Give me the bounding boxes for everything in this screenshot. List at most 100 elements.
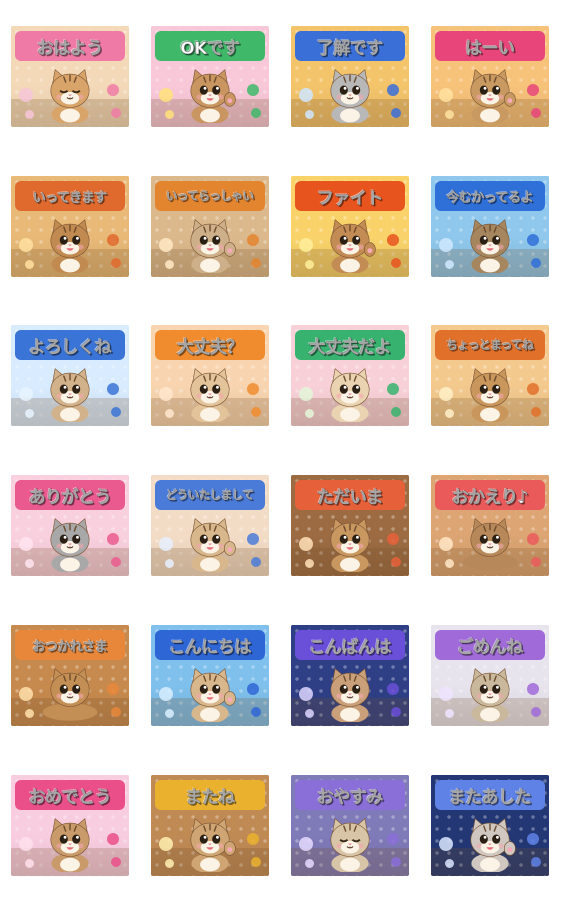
- decoration-icon: [299, 387, 313, 401]
- decoration-icon: [387, 84, 399, 96]
- decoration-icon: [439, 537, 453, 551]
- decoration-icon: [159, 88, 173, 102]
- sticker-11[interactable]: 大丈夫だよ: [291, 325, 409, 426]
- sticker-caption: 今むかってるよ: [435, 181, 545, 211]
- sticker-13[interactable]: ありがとう: [11, 475, 129, 576]
- decoration-icon: [531, 707, 541, 717]
- sticker-caption: ファイト: [295, 181, 405, 211]
- sticker-8[interactable]: 今むかってるよ: [431, 176, 549, 277]
- sticker-caption: ちょっとまってね: [435, 330, 545, 360]
- sticker-7[interactable]: ファイト: [291, 176, 409, 277]
- decoration-icon: [531, 557, 541, 567]
- sticker-1[interactable]: おはよう: [11, 26, 129, 127]
- decoration-icon: [299, 687, 313, 701]
- kitten-illustration: [330, 69, 370, 123]
- sticker-caption: おつかれさま: [15, 630, 125, 660]
- sticker-4[interactable]: はーい: [431, 26, 549, 127]
- decoration-icon: [107, 533, 119, 545]
- decoration-icon: [299, 837, 313, 851]
- sticker-caption: 大丈夫だよ: [295, 330, 405, 360]
- decoration-icon: [305, 409, 314, 418]
- decoration-icon: [159, 387, 173, 401]
- decoration-icon: [251, 857, 261, 867]
- sticker-caption: 大丈夫？: [155, 330, 265, 360]
- kitten-illustration: [190, 668, 236, 722]
- sticker-21[interactable]: おめでとう: [11, 775, 129, 876]
- decoration-icon: [387, 533, 399, 545]
- decoration-icon: [387, 234, 399, 246]
- sticker-caption: おめでとう: [15, 780, 125, 810]
- sticker-caption: こんばんは: [295, 630, 405, 660]
- decoration-icon: [111, 108, 121, 118]
- decoration-icon: [387, 833, 399, 845]
- sticker-10[interactable]: 大丈夫？: [151, 325, 269, 426]
- decoration-icon: [445, 559, 454, 568]
- decoration-icon: [247, 833, 259, 845]
- sticker-19[interactable]: こんばんは: [291, 625, 409, 726]
- decoration-icon: [165, 409, 174, 418]
- decoration-icon: [159, 837, 173, 851]
- decoration-icon: [299, 238, 313, 252]
- sticker-23[interactable]: おやすみ: [291, 775, 409, 876]
- decoration-icon: [531, 258, 541, 268]
- sticker-caption: ただいま: [295, 480, 405, 510]
- sticker-caption: いってらっしゃい: [155, 181, 265, 211]
- decoration-icon: [391, 258, 401, 268]
- decoration-icon: [247, 234, 259, 246]
- decoration-icon: [107, 84, 119, 96]
- sticker-15[interactable]: ただいま: [291, 475, 409, 576]
- sticker-caption: おはよう: [15, 31, 125, 61]
- decoration-icon: [107, 234, 119, 246]
- sticker-17[interactable]: おつかれさま: [11, 625, 129, 726]
- decoration-icon: [527, 383, 539, 395]
- decoration-icon: [19, 387, 33, 401]
- decoration-icon: [445, 260, 454, 269]
- decoration-icon: [111, 258, 121, 268]
- sticker-5[interactable]: いってきます: [11, 176, 129, 277]
- sticker-caption: いってきます: [15, 181, 125, 211]
- sticker-caption: またね: [155, 780, 265, 810]
- decoration-icon: [247, 84, 259, 96]
- decoration-icon: [251, 258, 261, 268]
- sticker-caption: おかえり♪: [435, 480, 545, 510]
- sticker-2[interactable]: OKです: [151, 26, 269, 127]
- sticker-9[interactable]: よろしくね: [11, 325, 129, 426]
- kitten-illustration: [190, 368, 230, 422]
- sticker-20[interactable]: ごめんね: [431, 625, 549, 726]
- decoration-icon: [445, 110, 454, 119]
- decoration-icon: [19, 88, 33, 102]
- decoration-icon: [159, 537, 173, 551]
- sticker-22[interactable]: またね: [151, 775, 269, 876]
- sticker-14[interactable]: どういたしまして: [151, 475, 269, 576]
- decoration-icon: [19, 687, 33, 701]
- decoration-icon: [445, 709, 454, 718]
- kitten-illustration: [470, 368, 510, 422]
- decoration-icon: [251, 108, 261, 118]
- sticker-3[interactable]: 了解です: [291, 26, 409, 127]
- decoration-icon: [25, 709, 34, 718]
- decoration-icon: [251, 707, 261, 717]
- decoration-icon: [19, 837, 33, 851]
- sticker-18[interactable]: こんにちは: [151, 625, 269, 726]
- decoration-icon: [391, 557, 401, 567]
- decoration-icon: [107, 383, 119, 395]
- sticker-16[interactable]: おかえり♪: [431, 475, 549, 576]
- decoration-icon: [439, 837, 453, 851]
- sticker-24[interactable]: またあした: [431, 775, 549, 876]
- kitten-illustration: [470, 668, 510, 722]
- decoration-icon: [531, 108, 541, 118]
- decoration-icon: [305, 260, 314, 269]
- decoration-icon: [445, 859, 454, 868]
- decoration-icon: [299, 88, 313, 102]
- decoration-icon: [107, 833, 119, 845]
- decoration-icon: [247, 533, 259, 545]
- kitten-illustration: [190, 518, 236, 572]
- kitten-illustration: [50, 368, 90, 422]
- decoration-icon: [527, 84, 539, 96]
- sticker-6[interactable]: いってらっしゃい: [151, 176, 269, 277]
- kitten-illustration: [330, 518, 370, 572]
- kitten-illustration: [330, 368, 370, 422]
- decoration-icon: [111, 857, 121, 867]
- decoration-icon: [25, 559, 34, 568]
- sticker-12[interactable]: ちょっとまってね: [431, 325, 549, 426]
